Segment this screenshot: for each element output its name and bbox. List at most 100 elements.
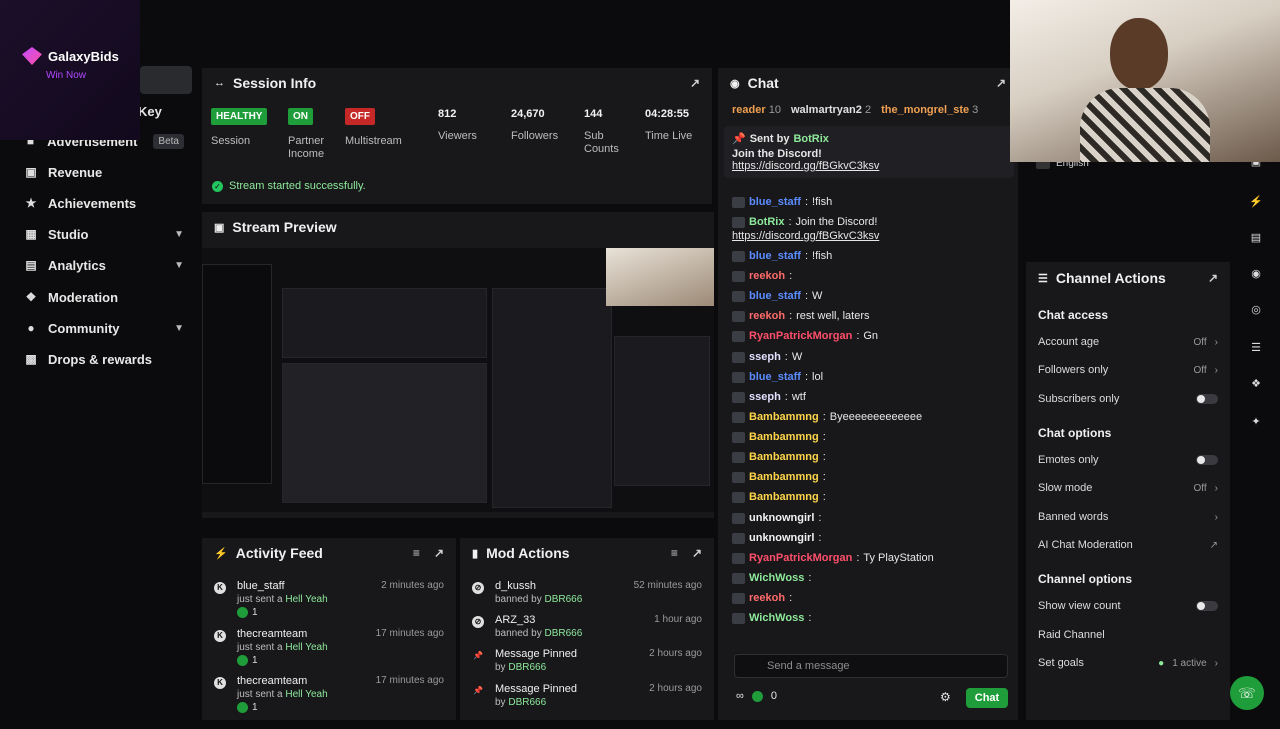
- chat-username[interactable]: unknowngirl: [749, 532, 814, 544]
- chat-username[interactable]: RyanPatrickMorgan: [749, 552, 852, 564]
- apps-icon[interactable]: ✦: [1244, 410, 1268, 434]
- chat-message: sseph: wtf: [732, 391, 806, 403]
- account-age-row[interactable]: Account age Off ›: [1038, 336, 1218, 348]
- sidebar-item-label: Community: [48, 320, 120, 336]
- gear-icon[interactable]: ⚙: [940, 690, 951, 704]
- chat-text: wtf: [791, 391, 806, 403]
- sidebar-active-item[interactable]: [140, 66, 192, 94]
- pinned-link[interactable]: https://discord.gg/fBGkvC3ksv: [732, 160, 1006, 172]
- document-icon[interactable]: ▤: [1244, 226, 1268, 250]
- wrench-icon: ❖: [25, 290, 37, 304]
- followers-only-row[interactable]: Followers only Off ›: [1038, 364, 1218, 376]
- chevron-right-icon: ›: [1214, 336, 1218, 348]
- chat-username[interactable]: blue_staff: [749, 196, 801, 208]
- subscribers-only-row[interactable]: Subscribers only: [1038, 393, 1218, 405]
- chat-username[interactable]: Bambammng: [749, 471, 819, 483]
- chat-username[interactable]: Bambammng: [749, 411, 819, 423]
- panel-header: ▮ Mod Actions ≡ ↗: [460, 538, 714, 568]
- chat-username[interactable]: reekoh: [749, 592, 785, 604]
- chat-message: RyanPatrickMorgan: Ty PlayStation: [732, 552, 934, 564]
- sidebar-item-label: Analytics: [48, 257, 106, 273]
- chat-username[interactable]: blue_staff: [749, 250, 801, 262]
- stream-status: ✓ Stream started successfully.: [212, 180, 366, 192]
- ban-icon: ⊘: [472, 582, 484, 594]
- chat-username[interactable]: Bambammng: [749, 431, 819, 443]
- panel-title: Mod Actions: [486, 545, 570, 561]
- sidebar-item-studio[interactable]: ▦ Studio ▼: [24, 221, 184, 247]
- stat-followers: 24,670 Followers: [511, 108, 559, 142]
- people-icon: ●: [27, 321, 35, 335]
- bolt-icon[interactable]: ⚡: [1244, 190, 1268, 214]
- popout-icon[interactable]: ↗: [434, 546, 444, 560]
- popout-icon[interactable]: ↗: [996, 76, 1006, 90]
- badge-icon: [732, 451, 745, 463]
- popout-icon[interactable]: ↗: [690, 76, 700, 90]
- stream-preview-image[interactable]: [202, 248, 714, 512]
- banned-words-row[interactable]: Banned words ›: [1038, 511, 1218, 523]
- chat-input[interactable]: Send a message: [734, 654, 1008, 678]
- badge-icon: [732, 371, 745, 383]
- chat-link[interactable]: https://discord.gg/fBGkvC3ksv: [732, 230, 879, 242]
- chat-message: BotRix: Join the Discord!: [732, 216, 877, 228]
- chat-message: reekoh:: [732, 270, 796, 282]
- sidebar-item-label: Studio: [48, 226, 89, 242]
- sidebar-item-moderation[interactable]: ❖ Moderation: [24, 284, 184, 310]
- chat-username[interactable]: WichWoss: [749, 572, 804, 584]
- chat-message: Bambammng:: [732, 471, 830, 483]
- chat-username[interactable]: unknowngirl: [749, 512, 814, 524]
- emotes-only-toggle[interactable]: [1196, 455, 1218, 465]
- session-stats: HEALTHY Session ON Partner Income OFF Mu…: [202, 108, 697, 161]
- kicks-icon: [751, 690, 763, 702]
- ban-icon: ⊘: [472, 616, 484, 628]
- wrench-icon[interactable]: ❖: [1244, 372, 1268, 396]
- slow-mode-row[interactable]: Slow mode Off ›: [1038, 482, 1218, 494]
- sidebar-item-community[interactable]: ● Community ▼: [24, 315, 184, 341]
- expand-arrows-icon[interactable]: ↔: [214, 77, 225, 89]
- filter-icon[interactable]: ≡: [413, 546, 420, 560]
- chat-username[interactable]: blue_staff: [749, 290, 801, 302]
- infinity-icon: ∞: [736, 690, 744, 702]
- subscribers-only-toggle[interactable]: [1196, 394, 1218, 404]
- popout-icon[interactable]: ↗: [1208, 271, 1218, 285]
- chat-username[interactable]: RyanPatrickMorgan: [749, 330, 852, 342]
- status-badge: HEALTHY: [211, 108, 268, 125]
- pinned-message: 📌 Sent by BotRix Join the Discord! https:…: [724, 126, 1014, 178]
- chevron-down-icon: ▼: [174, 228, 184, 240]
- show-view-count-toggle[interactable]: [1196, 601, 1218, 611]
- chat-username[interactable]: sseph: [749, 351, 781, 363]
- stack-icon[interactable]: ☰: [1244, 336, 1268, 360]
- sidebar-item-achievements[interactable]: ★ Achievements: [24, 190, 184, 216]
- external-link-icon: ↗: [1209, 539, 1218, 551]
- chat-username[interactable]: BotRix: [749, 216, 784, 228]
- ai-moderation-row[interactable]: AI Chat Moderation ↗: [1038, 539, 1218, 551]
- sidebar-item-drops[interactable]: ▩ Drops & rewards: [24, 346, 184, 372]
- check-icon: ✓: [212, 180, 223, 192]
- sidebar-item-key[interactable]: Key: [138, 98, 198, 124]
- chat-message: WichWoss:: [732, 572, 815, 584]
- panel-title: Activity Feed: [235, 545, 323, 561]
- panel-title: Session Info: [233, 75, 317, 91]
- chat-username[interactable]: Bambammng: [749, 451, 819, 463]
- chat-username[interactable]: blue_staff: [749, 371, 801, 383]
- set-goals-row[interactable]: Set goals ● 1 active ›: [1038, 657, 1218, 669]
- badge-icon: [732, 270, 745, 282]
- chat-message: Bambammng:: [732, 491, 830, 503]
- broadcast-icon[interactable]: ◎: [1244, 298, 1268, 322]
- chat-username[interactable]: reekoh: [749, 310, 785, 322]
- chat-message: blue_staff: W: [732, 290, 822, 302]
- filter-icon[interactable]: ≡: [671, 546, 678, 560]
- popout-icon[interactable]: ↗: [692, 546, 702, 560]
- support-chat-button[interactable]: ☏: [1230, 676, 1264, 710]
- pin-icon: 📌: [732, 133, 746, 145]
- show-view-count-row[interactable]: Show view count: [1038, 600, 1218, 612]
- sidebar-item-revenue[interactable]: ▣ Revenue: [24, 159, 184, 185]
- chat-username[interactable]: reekoh: [749, 270, 785, 282]
- sidebar-item-analytics[interactable]: ▤ Analytics ▼: [24, 252, 184, 278]
- chat-username[interactable]: Bambammng: [749, 491, 819, 503]
- chat-username[interactable]: sseph: [749, 391, 781, 403]
- chat-icon[interactable]: ◉: [1244, 262, 1268, 286]
- send-chat-button[interactable]: Chat: [966, 688, 1008, 708]
- emotes-only-row[interactable]: Emotes only: [1038, 454, 1218, 466]
- chat-username[interactable]: WichWoss: [749, 612, 804, 624]
- raid-channel-row[interactable]: Raid Channel: [1038, 629, 1218, 641]
